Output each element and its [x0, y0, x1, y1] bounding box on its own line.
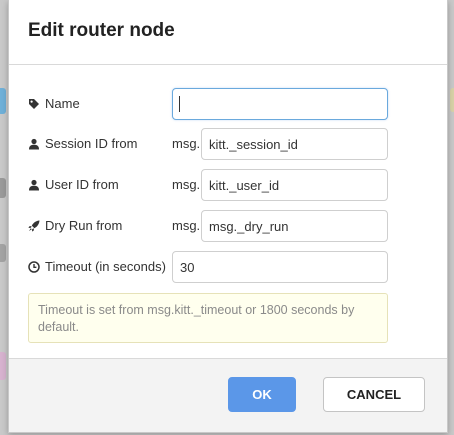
- msg-prefix: msg.: [172, 218, 201, 233]
- user-id-input[interactable]: [201, 169, 388, 201]
- title-divider: [9, 64, 447, 65]
- name-input[interactable]: [172, 88, 388, 120]
- timeout-label-text: Timeout (in seconds): [45, 259, 166, 274]
- dialog-title: Edit router node: [28, 20, 175, 41]
- rocket-icon: [28, 220, 40, 232]
- edit-node-dialog: Edit router node Name Session ID from ms…: [8, 0, 448, 433]
- timeout-label: Timeout (in seconds): [28, 251, 166, 283]
- background-node: [0, 352, 6, 380]
- timeout-tip: Timeout is set from msg.kitt._timeout or…: [28, 293, 388, 343]
- session-id-label-text: Session ID from: [45, 136, 138, 151]
- dialog-footer: OK CANCEL: [9, 359, 447, 432]
- user-icon: [28, 179, 40, 191]
- msg-prefix: msg.: [172, 177, 201, 192]
- cancel-button[interactable]: CANCEL: [323, 377, 425, 412]
- ok-button[interactable]: OK: [228, 377, 296, 412]
- background-node: [0, 244, 6, 262]
- dry-run-label: Dry Run from: [28, 210, 122, 242]
- dry-run-label-text: Dry Run from: [45, 218, 123, 233]
- session-id-label: Session ID from: [28, 128, 137, 160]
- background-node: [0, 88, 6, 114]
- dry-run-row: Dry Run from msg.: [28, 210, 427, 242]
- dry-run-input[interactable]: [201, 210, 388, 242]
- user-id-row: User ID from msg.: [28, 169, 427, 201]
- name-label: Name: [28, 88, 80, 120]
- user-id-label: User ID from: [28, 169, 119, 201]
- session-id-row: Session ID from msg.: [28, 128, 427, 160]
- background-node: [450, 88, 454, 112]
- session-id-input[interactable]: [201, 128, 388, 160]
- tag-icon: [28, 98, 40, 110]
- timeout-input[interactable]: [172, 251, 388, 283]
- timeout-row: Timeout (in seconds): [28, 251, 427, 283]
- clock-icon: [28, 261, 40, 273]
- msg-prefix: msg.: [172, 136, 201, 151]
- user-id-label-text: User ID from: [45, 177, 119, 192]
- user-icon: [28, 138, 40, 150]
- name-row: Name: [28, 88, 427, 120]
- name-label-text: Name: [45, 96, 80, 111]
- background-node: [0, 178, 6, 198]
